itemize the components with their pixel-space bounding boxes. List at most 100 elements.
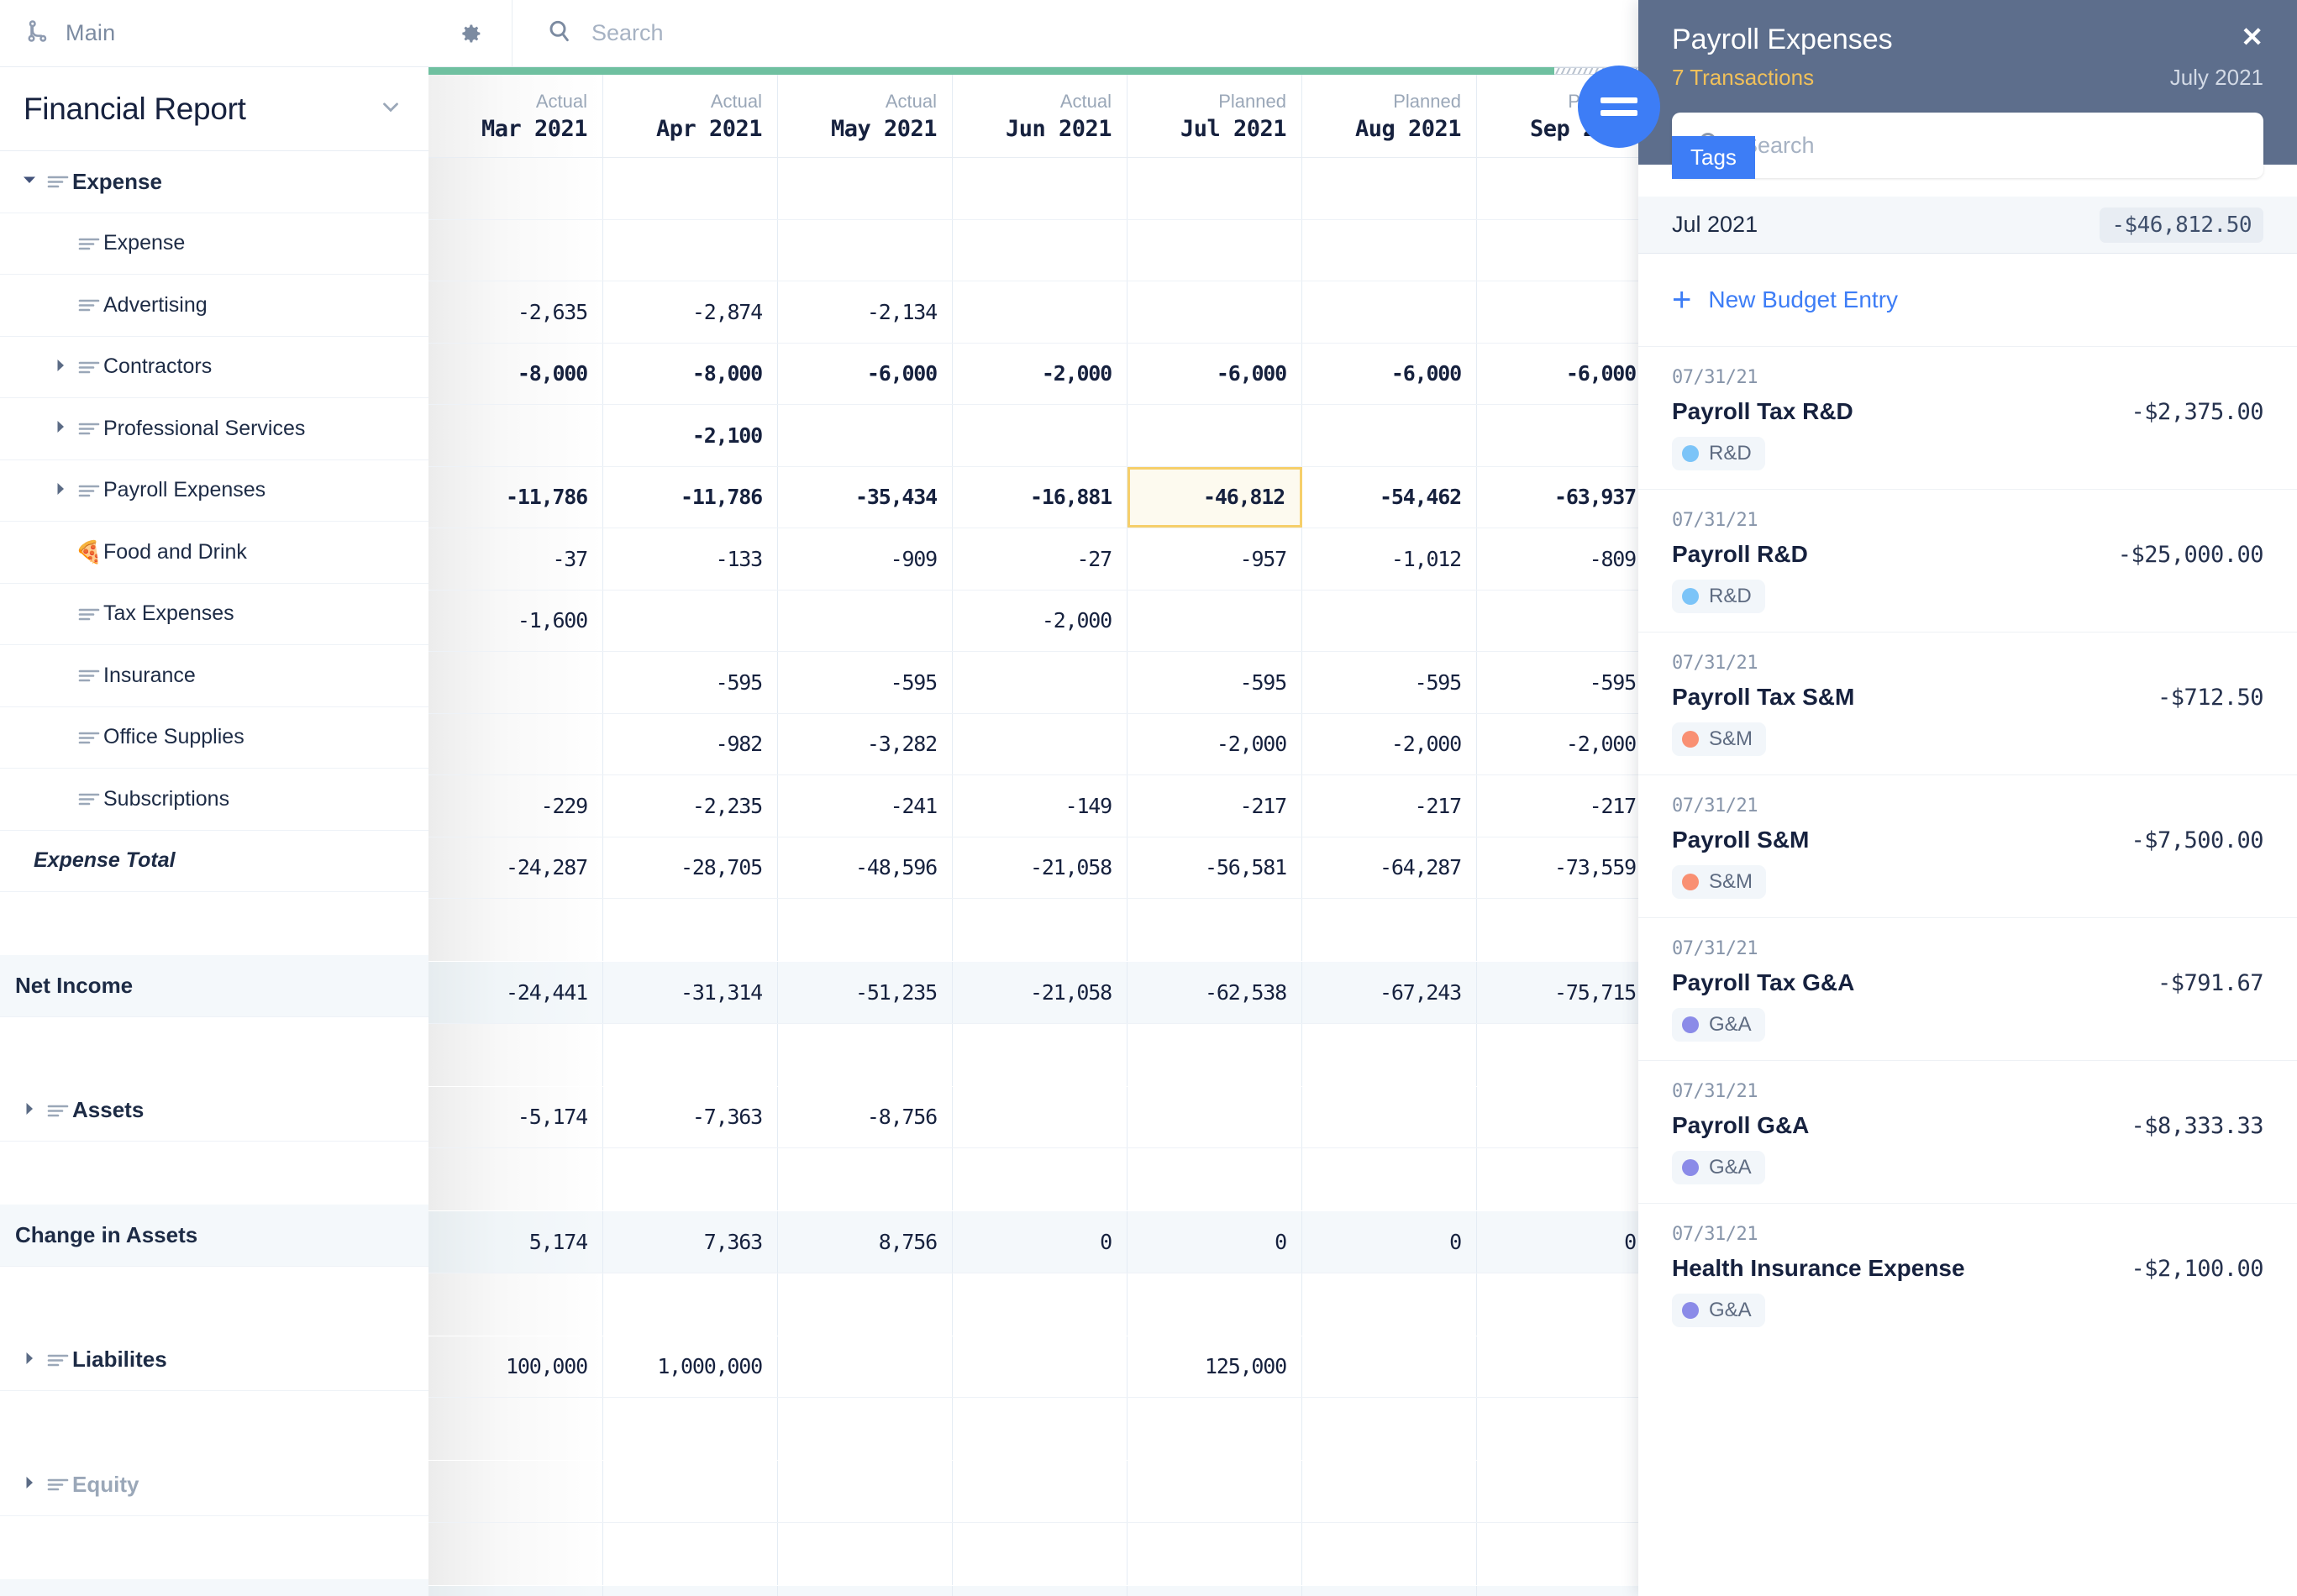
- table-cell[interactable]: [428, 1273, 603, 1336]
- table-cell[interactable]: -46,812: [1127, 466, 1302, 528]
- table-cell[interactable]: 1,000,000: [603, 1585, 778, 1596]
- table-cell[interactable]: -909: [778, 528, 953, 590]
- row-label-net-income[interactable]: Net Income: [0, 955, 428, 1017]
- table-cell[interactable]: [1302, 1086, 1477, 1147]
- table-cell[interactable]: -6,000: [1477, 343, 1652, 404]
- table-cell[interactable]: [1302, 405, 1477, 466]
- table-cell[interactable]: -6,000: [1302, 343, 1477, 404]
- table-cell[interactable]: [428, 713, 603, 774]
- row-label-expense[interactable]: Expense: [0, 151, 428, 213]
- row-label-assets[interactable]: Assets: [0, 1080, 428, 1142]
- table-cell[interactable]: [778, 1148, 953, 1210]
- table-cell[interactable]: [1302, 1522, 1477, 1585]
- table-cell[interactable]: [1477, 1148, 1652, 1210]
- table-cell[interactable]: -1,600: [428, 590, 603, 651]
- table-cell[interactable]: -56,581: [1127, 837, 1302, 898]
- table-cell[interactable]: [1302, 158, 1477, 219]
- table-cell[interactable]: [1302, 1398, 1477, 1460]
- table-cell[interactable]: -16,881: [953, 466, 1127, 528]
- table-cell[interactable]: [603, 219, 778, 281]
- drag-handle-icon[interactable]: [1578, 66, 1660, 148]
- table-cell[interactable]: [778, 1461, 953, 1522]
- table-cell[interactable]: [953, 1148, 1127, 1210]
- table-cell[interactable]: [1477, 1023, 1652, 1086]
- table-cell[interactable]: [1302, 1023, 1477, 1086]
- chevron-down-icon[interactable]: [378, 94, 403, 123]
- caret-right-icon[interactable]: [15, 1100, 44, 1121]
- table-cell[interactable]: -11,786: [603, 466, 778, 528]
- table-cell[interactable]: -7,363: [603, 1086, 778, 1147]
- table-cell[interactable]: [603, 1148, 778, 1210]
- table-cell[interactable]: -54,462: [1302, 466, 1477, 528]
- table-cell[interactable]: [1477, 1461, 1652, 1522]
- grid-search[interactable]: Search: [512, 0, 1709, 67]
- row-label-equity[interactable]: Equity: [0, 1454, 428, 1516]
- table-cell[interactable]: [1127, 158, 1302, 219]
- row-label-subscriptions[interactable]: Subscriptions: [0, 769, 428, 831]
- table-cell[interactable]: -64,287: [1302, 837, 1477, 898]
- table-cell[interactable]: -28,705: [603, 837, 778, 898]
- table-cell[interactable]: [778, 899, 953, 961]
- report-selector[interactable]: Financial Report: [0, 67, 428, 151]
- row-label-professional-services[interactable]: Professional Services: [0, 398, 428, 460]
- row-label-insurance[interactable]: Insurance: [0, 645, 428, 707]
- table-cell[interactable]: [1302, 1148, 1477, 1210]
- table-cell[interactable]: [428, 652, 603, 713]
- table-cell[interactable]: [953, 281, 1127, 343]
- table-cell[interactable]: [953, 1273, 1127, 1336]
- table-cell[interactable]: -5,174: [428, 1086, 603, 1147]
- table-cell[interactable]: [778, 1273, 953, 1336]
- transaction-tag[interactable]: G&A: [1672, 1151, 1765, 1184]
- table-cell[interactable]: [603, 1023, 778, 1086]
- table-cell[interactable]: [428, 1461, 603, 1522]
- table-cell[interactable]: -6,000: [1127, 343, 1302, 404]
- table-cell[interactable]: -73,559: [1477, 837, 1652, 898]
- table-cell[interactable]: -21,058: [953, 962, 1127, 1023]
- table-cell[interactable]: -217: [1302, 775, 1477, 837]
- table-cell[interactable]: [1477, 590, 1652, 651]
- table-cell[interactable]: -51,235: [778, 962, 953, 1023]
- table-cell[interactable]: [953, 713, 1127, 774]
- table-cell[interactable]: 0: [1302, 1585, 1477, 1596]
- table-cell[interactable]: [1127, 1522, 1302, 1585]
- table-cell[interactable]: 125,000: [1127, 1585, 1302, 1596]
- table-cell[interactable]: 0: [953, 1585, 1127, 1596]
- table-cell[interactable]: [603, 899, 778, 961]
- transaction-tag[interactable]: S&M: [1672, 865, 1767, 899]
- table-cell[interactable]: [1477, 158, 1652, 219]
- table-cell[interactable]: -21,058: [953, 837, 1127, 898]
- table-cell[interactable]: [428, 899, 603, 961]
- table-cell[interactable]: [953, 158, 1127, 219]
- caret-right-icon[interactable]: [15, 1474, 44, 1494]
- table-cell[interactable]: [1302, 899, 1477, 961]
- table-cell[interactable]: -241: [778, 775, 953, 837]
- row-label-payroll-expenses[interactable]: Payroll Expenses: [0, 460, 428, 522]
- table-cell[interactable]: [1302, 590, 1477, 651]
- table-cell[interactable]: [778, 1336, 953, 1397]
- row-label-food-and-drink[interactable]: 🍕 Food and Drink: [0, 522, 428, 584]
- table-cell[interactable]: -8,000: [603, 343, 778, 404]
- row-label-change-in-assets[interactable]: Change in Assets: [0, 1205, 428, 1267]
- table-cell[interactable]: -67,243: [1302, 962, 1477, 1023]
- table-cell[interactable]: 100,000: [428, 1585, 603, 1596]
- table-cell[interactable]: 0: [953, 1211, 1127, 1273]
- table-cell[interactable]: [1477, 1398, 1652, 1460]
- table-cell[interactable]: 0: [1127, 1211, 1302, 1273]
- table-cell[interactable]: [603, 1461, 778, 1522]
- column-header-may-2021[interactable]: Actual May 2021: [778, 75, 953, 157]
- row-label-change-in-liabilities-equity[interactable]: Change in Liabilities & Equity: [0, 1578, 428, 1596]
- table-cell[interactable]: [953, 1461, 1127, 1522]
- row-label-expense[interactable]: Expense: [0, 213, 428, 275]
- table-cell[interactable]: 0: [1477, 1585, 1652, 1596]
- row-label-tax-expenses[interactable]: Tax Expenses: [0, 584, 428, 645]
- caret-down-icon[interactable]: [15, 171, 44, 192]
- table-cell[interactable]: [603, 158, 778, 219]
- transaction-list-item[interactable]: 07/31/21 Payroll R&D -$25,000.00 R&D: [1638, 489, 2297, 632]
- table-cell[interactable]: 125,000: [1127, 1336, 1302, 1397]
- caret-right-icon[interactable]: [46, 357, 75, 377]
- table-cell[interactable]: 0: [778, 1585, 953, 1596]
- table-cell[interactable]: -8,756: [778, 1086, 953, 1147]
- table-cell[interactable]: -63,937: [1477, 466, 1652, 528]
- table-cell[interactable]: [428, 158, 603, 219]
- table-cell[interactable]: [1477, 281, 1652, 343]
